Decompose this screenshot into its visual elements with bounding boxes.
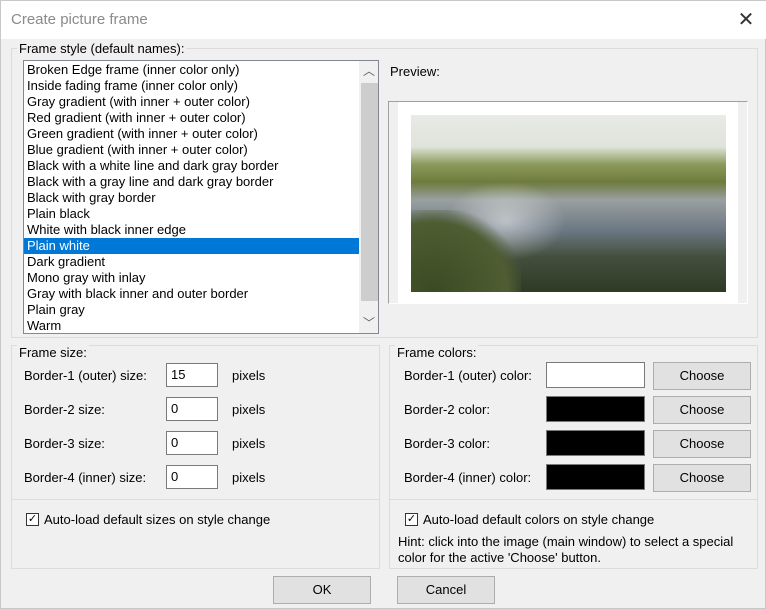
list-item[interactable]: Plain white xyxy=(24,238,359,254)
pixels-unit-label: pixels xyxy=(232,402,266,417)
cancel-button[interactable]: Cancel xyxy=(397,576,495,604)
autoload-colors-label: Auto-load default colors on style change xyxy=(423,512,655,527)
border-color-label: Border-1 (outer) color: xyxy=(404,368,532,383)
frame-size-label: Frame size: xyxy=(17,345,89,360)
divider xyxy=(390,499,757,500)
list-item[interactable]: Dark gradient xyxy=(24,254,359,270)
autoload-sizes-checkbox[interactable]: ✓ xyxy=(26,513,39,526)
frame-style-list[interactable]: ︿ ﹀ Broken Edge frame (inner color only)… xyxy=(23,60,379,334)
border-size-input[interactable]: 0 xyxy=(166,397,218,421)
pixels-unit-label: pixels xyxy=(232,436,266,451)
pixels-unit-label: pixels xyxy=(232,368,266,383)
list-item[interactable]: Black with a white line and dark gray bo… xyxy=(24,158,359,174)
list-item[interactable]: Black with a gray line and dark gray bor… xyxy=(24,174,359,190)
list-item[interactable]: Inside fading frame (inner color only) xyxy=(24,78,359,94)
scrollbar-thumb[interactable] xyxy=(361,83,378,301)
autoload-sizes-label: Auto-load default sizes on style change xyxy=(44,512,271,527)
preview-image xyxy=(411,115,726,292)
frame-colors-label: Frame colors: xyxy=(395,345,479,360)
list-item[interactable]: Mono gray with inlay xyxy=(24,270,359,286)
close-icon[interactable]: ✕ xyxy=(736,7,756,31)
preview-label: Preview: xyxy=(390,64,440,79)
list-item[interactable]: Warm xyxy=(24,318,359,333)
choose-color-button[interactable]: Choose xyxy=(653,464,751,492)
scroll-down-icon[interactable]: ﹀ xyxy=(359,313,378,333)
border-color-label: Border-2 color: xyxy=(404,402,490,417)
border-size-label: Border-4 (inner) size: xyxy=(24,470,147,485)
list-item[interactable]: Green gradient (with inner + outer color… xyxy=(24,126,359,142)
list-item[interactable]: Gray with black inner and outer border xyxy=(24,286,359,302)
hint-line-2: color for the active 'Choose' button. xyxy=(398,550,601,565)
choose-color-button[interactable]: Choose xyxy=(653,430,751,458)
border-size-input[interactable]: 15 xyxy=(166,363,218,387)
border-color-label: Border-4 (inner) color: xyxy=(404,470,532,485)
choose-color-button[interactable]: Choose xyxy=(653,362,751,390)
preview-frame xyxy=(398,102,738,304)
frame-style-label: Frame style (default names): xyxy=(17,41,187,56)
border-color-swatch xyxy=(546,362,645,388)
border-color-swatch xyxy=(546,430,645,456)
border-color-swatch xyxy=(546,464,645,490)
preview-box xyxy=(388,101,748,304)
hint-line-1: Hint: click into the image (main window)… xyxy=(398,534,734,549)
ok-button[interactable]: OK xyxy=(273,576,371,604)
list-item[interactable]: Plain black xyxy=(24,206,359,222)
border-color-label: Border-3 color: xyxy=(404,436,490,451)
border-color-swatch xyxy=(546,396,645,422)
list-item[interactable]: White with black inner edge xyxy=(24,222,359,238)
scroll-up-icon[interactable]: ︿ xyxy=(359,61,378,81)
choose-color-button[interactable]: Choose xyxy=(653,396,751,424)
list-item[interactable]: Broken Edge frame (inner color only) xyxy=(24,62,359,78)
list-item[interactable]: Plain gray xyxy=(24,302,359,318)
list-scrollbar[interactable]: ︿ ﹀ xyxy=(359,61,378,333)
pixels-unit-label: pixels xyxy=(232,470,266,485)
list-item[interactable]: Red gradient (with inner + outer color) xyxy=(24,110,359,126)
divider xyxy=(12,499,379,500)
border-size-input[interactable]: 0 xyxy=(166,465,218,489)
autoload-colors-checkbox[interactable]: ✓ xyxy=(405,513,418,526)
border-size-label: Border-3 size: xyxy=(24,436,105,451)
border-size-label: Border-1 (outer) size: xyxy=(24,368,147,383)
border-size-label: Border-2 size: xyxy=(24,402,105,417)
window-title: Create picture frame xyxy=(11,11,148,28)
list-item[interactable]: Black with gray border xyxy=(24,190,359,206)
border-size-input[interactable]: 0 xyxy=(166,431,218,455)
list-item[interactable]: Gray gradient (with inner + outer color) xyxy=(24,94,359,110)
list-item[interactable]: Blue gradient (with inner + outer color) xyxy=(24,142,359,158)
